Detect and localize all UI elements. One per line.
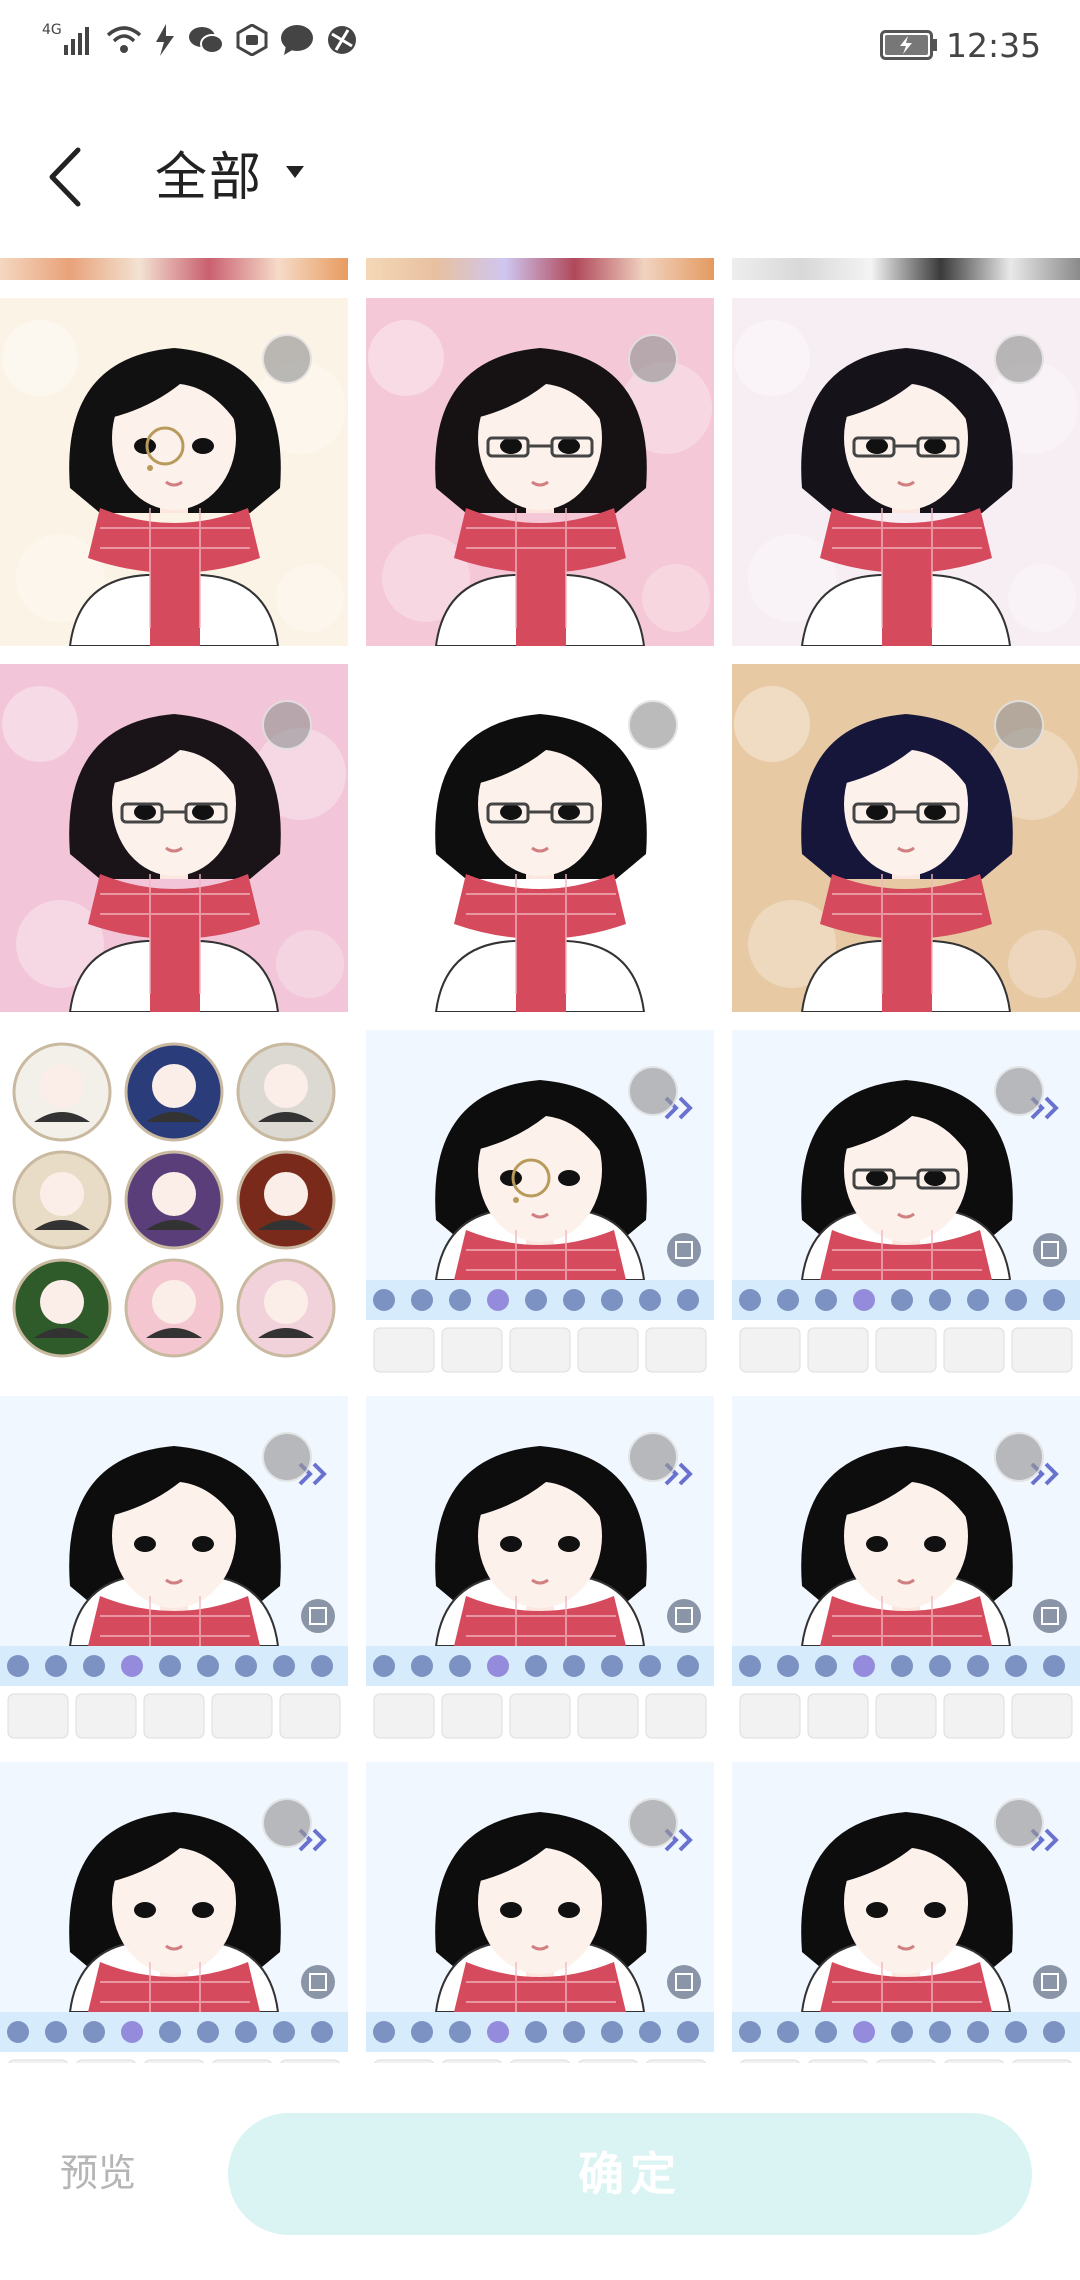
app-badge-icon — [236, 24, 268, 56]
select-checkbox[interactable] — [628, 1798, 678, 1848]
signal-icon — [63, 27, 89, 55]
photo-tile[interactable] — [366, 664, 714, 1012]
back-arrow-icon[interactable] — [40, 142, 90, 212]
bottom-action-bar: 预览 确定 — [0, 2068, 1080, 2280]
confirm-button[interactable]: 确定 — [228, 2113, 1032, 2235]
photo-tile[interactable] — [732, 298, 1080, 646]
bolt-icon — [155, 24, 174, 56]
photo-tile[interactable] — [0, 1762, 348, 2063]
select-checkbox[interactable] — [262, 1798, 312, 1848]
select-checkbox[interactable] — [262, 334, 312, 384]
partial-row-top — [0, 258, 1080, 280]
album-filter-title[interactable]: 全部 — [155, 145, 263, 211]
select-checkbox[interactable] — [262, 700, 312, 750]
preview-button[interactable]: 预览 — [60, 2148, 136, 2198]
wifi-icon — [106, 26, 141, 53]
photo-tile[interactable] — [732, 1030, 1080, 1378]
photo-tile[interactable] — [732, 1762, 1080, 2063]
battery-charging-icon — [880, 30, 937, 60]
select-checkbox[interactable] — [994, 1798, 1044, 1848]
select-checkbox[interactable] — [262, 1432, 312, 1482]
select-checkbox[interactable] — [994, 700, 1044, 750]
status-time: 12:35 — [946, 26, 1042, 65]
photo-tile[interactable] — [0, 664, 348, 1012]
photo-tile[interactable] — [0, 1030, 348, 1378]
select-checkbox[interactable] — [628, 1432, 678, 1482]
wechat-icon — [188, 27, 224, 54]
select-checkbox[interactable] — [994, 1066, 1044, 1116]
photo-tile[interactable] — [366, 1762, 714, 2063]
photo-tile[interactable] — [366, 298, 714, 646]
photo-tile[interactable] — [0, 298, 348, 646]
photo-tile[interactable] — [366, 1396, 714, 1744]
network-label: 4G — [42, 22, 62, 38]
select-checkbox[interactable] — [994, 334, 1044, 384]
browser-icon — [327, 26, 356, 54]
status-bar: 4G 12:35 — [0, 0, 1080, 90]
photo-tile[interactable] — [732, 664, 1080, 1012]
photo-tile[interactable] — [366, 1030, 714, 1378]
photo-tile[interactable] — [732, 1396, 1080, 1744]
avatar-collection-image — [0, 1030, 348, 1378]
select-checkbox[interactable] — [628, 1066, 678, 1116]
select-checkbox[interactable] — [628, 334, 678, 384]
dropdown-caret-icon[interactable] — [286, 166, 304, 178]
select-checkbox[interactable] — [628, 700, 678, 750]
select-checkbox[interactable] — [994, 1432, 1044, 1482]
photo-tile[interactable] — [0, 1396, 348, 1744]
header: 全部 — [0, 100, 1080, 250]
chat-bubble-icon — [280, 25, 313, 55]
photo-grid — [0, 258, 1080, 2063]
